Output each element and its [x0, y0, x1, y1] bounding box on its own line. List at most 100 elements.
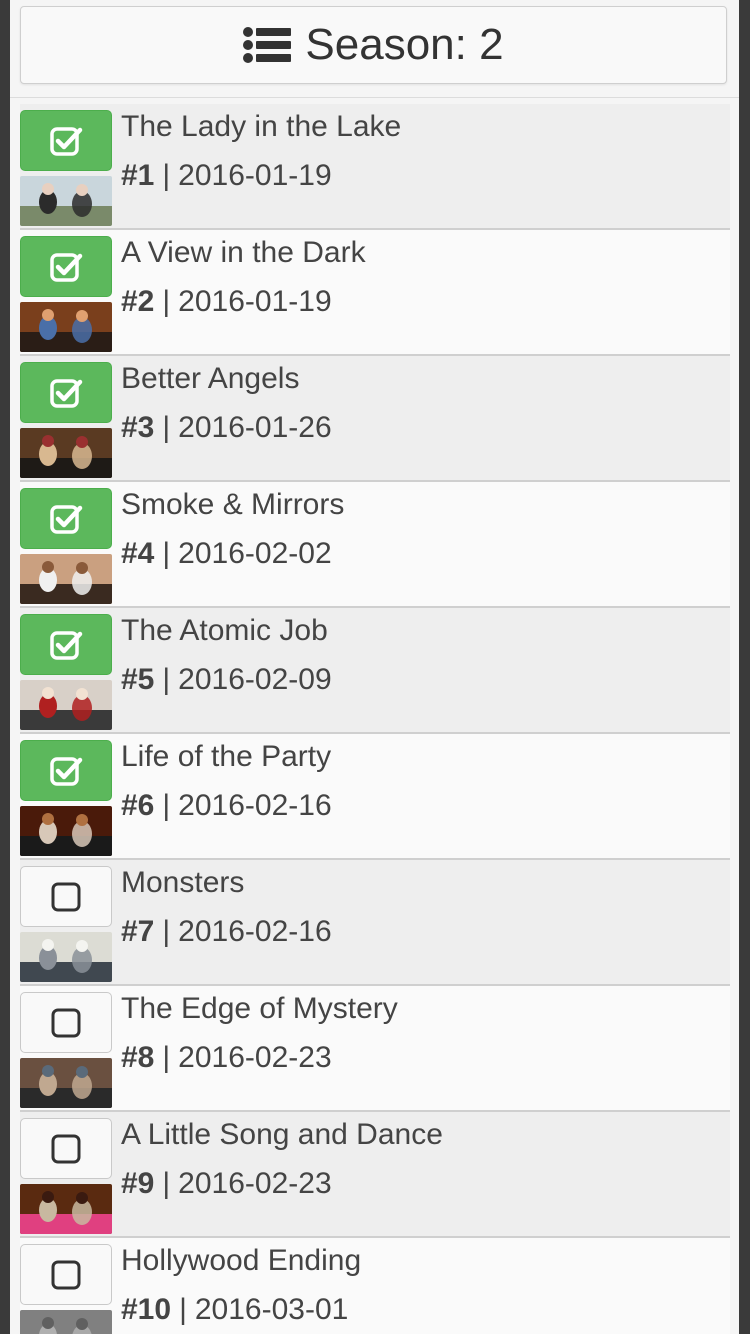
episode-still-image — [20, 428, 112, 478]
checked-checkbox-icon — [50, 630, 83, 660]
meta-separator: | — [162, 159, 171, 192]
episode-still-image — [20, 302, 112, 352]
episode-thumbnail — [20, 1310, 112, 1334]
episode-row[interactable]: Better Angels #3 | 2016-01-26 — [20, 356, 730, 482]
meta-separator: | — [162, 915, 171, 948]
episode-number: #8 — [121, 1041, 155, 1074]
episode-thumbnail — [20, 1184, 112, 1234]
watched-toggle-button[interactable] — [20, 866, 112, 927]
episode-row[interactable]: Monsters #7 | 2016-02-16 — [20, 860, 730, 986]
episode-meta: #6 | 2016-02-16 — [121, 789, 332, 823]
episode-still-image — [20, 680, 112, 730]
episode-thumbnail — [20, 932, 112, 982]
episode-date: 2016-02-16 — [178, 915, 332, 948]
episode-date: 2016-02-23 — [178, 1041, 332, 1074]
episode-title: The Edge of Mystery — [121, 992, 398, 1025]
episode-date: 2016-01-19 — [178, 285, 332, 318]
episode-date: 2016-02-16 — [178, 789, 332, 822]
episode-number: #7 — [121, 915, 155, 948]
meta-separator: | — [162, 285, 171, 318]
episode-number: #6 — [121, 789, 155, 822]
season-page: Season: 2 The Lady in the Lake #1 | 2016-0… — [10, 0, 739, 1334]
watched-toggle-button[interactable] — [20, 1244, 112, 1305]
page-title: Season: 2 — [305, 20, 504, 69]
episode-title: Monsters — [121, 866, 245, 899]
unchecked-checkbox-icon — [51, 1008, 81, 1037]
episode-still-image — [20, 554, 112, 604]
episode-meta: #7 | 2016-02-16 — [121, 915, 332, 949]
episode-row[interactable]: The Edge of Mystery #8 | 2016-02-23 — [20, 986, 730, 1112]
checked-checkbox-icon — [50, 504, 83, 534]
episode-meta: #10 | 2016-03-01 — [121, 1293, 348, 1327]
meta-separator: | — [162, 411, 171, 444]
episode-meta: #1 | 2016-01-19 — [121, 159, 332, 193]
list-icon — [243, 27, 292, 63]
episode-date: 2016-03-01 — [194, 1293, 349, 1326]
watched-toggle-button[interactable] — [20, 740, 112, 801]
episode-still-image — [20, 176, 112, 226]
episode-meta: #8 | 2016-02-23 — [121, 1041, 332, 1075]
episode-list: The Lady in the Lake #1 | 2016-01-19 A Vie… — [20, 104, 730, 1334]
checked-checkbox-icon — [50, 126, 83, 156]
watched-toggle-button[interactable] — [20, 614, 112, 675]
episode-number: #4 — [121, 537, 155, 570]
episode-meta: #3 | 2016-01-26 — [121, 411, 332, 445]
episode-thumbnail — [20, 1058, 112, 1108]
episode-still-image — [20, 1184, 112, 1234]
episode-date: 2016-01-19 — [178, 159, 332, 192]
episode-thumbnail — [20, 806, 112, 856]
episode-row[interactable]: The Lady in the Lake #1 | 2016-01-19 — [20, 104, 730, 230]
episode-meta: #4 | 2016-02-02 — [121, 537, 332, 571]
episode-date: 2016-02-02 — [178, 537, 332, 570]
unchecked-checkbox-icon — [51, 882, 81, 911]
watched-toggle-button[interactable] — [20, 992, 112, 1053]
meta-separator: | — [179, 1293, 187, 1326]
episode-row[interactable]: Life of the Party #6 | 2016-02-16 — [20, 734, 730, 860]
checked-checkbox-icon — [50, 756, 83, 786]
episode-title: A View in the Dark — [121, 236, 366, 269]
episode-number: #2 — [121, 285, 155, 318]
episode-title: Hollywood Ending — [121, 1244, 362, 1277]
divider — [10, 97, 739, 98]
episode-meta: #5 | 2016-02-09 — [121, 663, 332, 697]
episode-number: #3 — [121, 411, 155, 444]
season-header[interactable]: Season: 2 — [20, 6, 727, 84]
episode-thumbnail — [20, 680, 112, 730]
episode-still-image — [20, 806, 112, 856]
checked-checkbox-icon — [50, 378, 83, 408]
episode-number: #5 — [121, 663, 155, 696]
checked-checkbox-icon — [50, 252, 83, 282]
episode-row[interactable]: A View in the Dark #2 | 2016-01-19 — [20, 230, 730, 356]
meta-separator: | — [162, 537, 171, 570]
episode-row[interactable]: The Atomic Job #5 | 2016-02-09 — [20, 608, 730, 734]
watched-toggle-button[interactable] — [20, 362, 112, 423]
episode-row[interactable]: Hollywood Ending #10 | 2016-03-01 — [20, 1238, 730, 1334]
meta-separator: | — [162, 789, 171, 822]
episode-title: The Lady in the Lake — [121, 110, 402, 143]
watched-toggle-button[interactable] — [20, 236, 112, 297]
episode-thumbnail — [20, 176, 112, 226]
episode-still-image — [20, 1310, 112, 1334]
episode-still-image — [20, 932, 112, 982]
episode-number: #10 — [121, 1293, 172, 1326]
watched-toggle-button[interactable] — [20, 1118, 112, 1179]
watched-toggle-button[interactable] — [20, 110, 112, 171]
episode-title: Life of the Party — [121, 740, 332, 773]
meta-separator: | — [162, 1167, 171, 1200]
episode-thumbnail — [20, 554, 112, 604]
episode-row[interactable]: A Little Song and Dance #9 | 2016-02-23 — [20, 1112, 730, 1238]
episode-still-image — [20, 1058, 112, 1108]
episode-date: 2016-01-26 — [178, 411, 332, 444]
episode-title: Better Angels — [121, 362, 300, 395]
episode-title: The Atomic Job — [121, 614, 328, 647]
episode-thumbnail — [20, 302, 112, 352]
episode-date: 2016-02-23 — [178, 1167, 332, 1200]
meta-separator: | — [162, 1041, 171, 1074]
watched-toggle-button[interactable] — [20, 488, 112, 549]
episode-title: A Little Song and Dance — [121, 1118, 443, 1151]
episode-row[interactable]: Smoke & Mirrors #4 | 2016-02-02 — [20, 482, 730, 608]
episode-thumbnail — [20, 428, 112, 478]
episode-date: 2016-02-09 — [178, 663, 332, 696]
meta-separator: | — [162, 663, 171, 696]
episode-number: #9 — [121, 1167, 155, 1200]
